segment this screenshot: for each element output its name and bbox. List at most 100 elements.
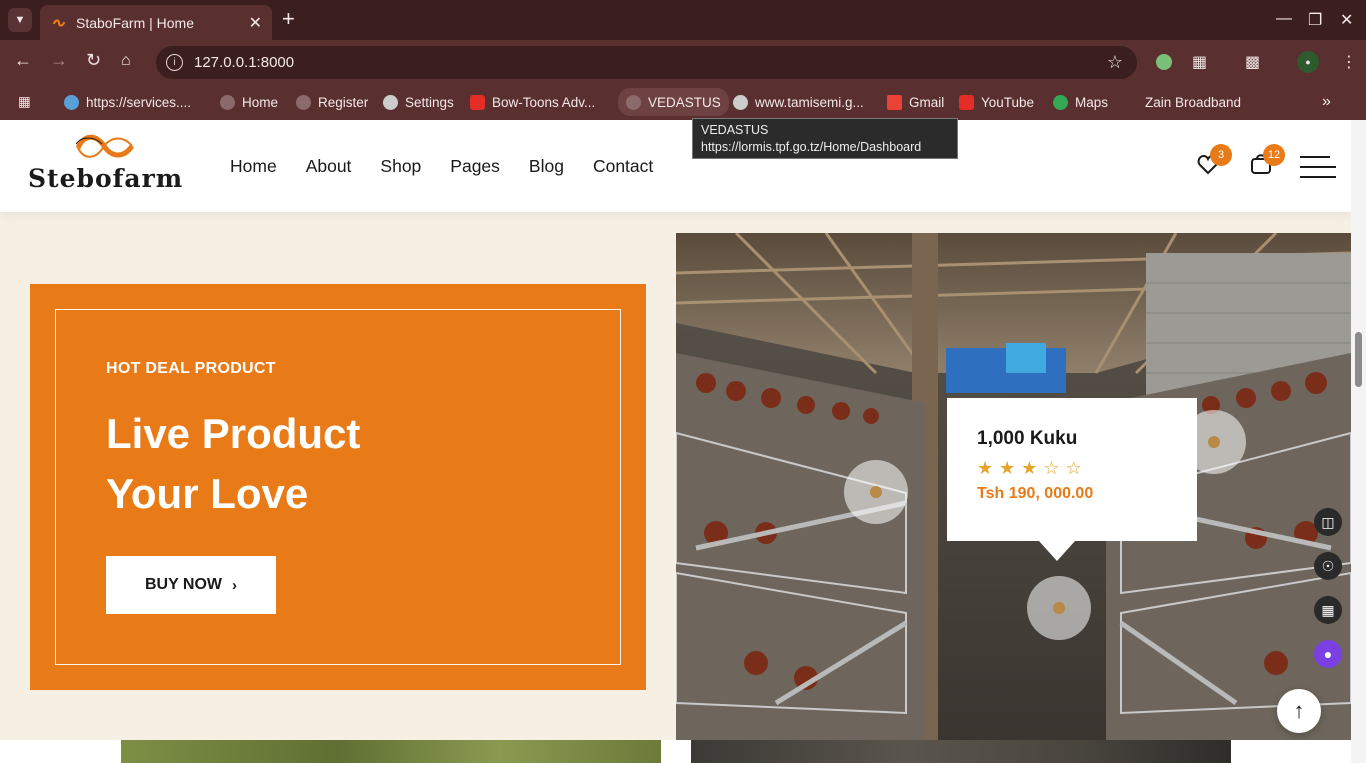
bookmark-label: https://services.... [86, 94, 192, 110]
profile-avatar[interactable]: ● [1297, 51, 1319, 73]
nav-contact[interactable]: Contact [593, 156, 653, 177]
book-icon[interactable]: ◫ [1314, 508, 1342, 536]
bookmark-label: Maps [1075, 94, 1109, 110]
apps-grid-icon[interactable]: ▦ [18, 92, 31, 112]
nav-blog[interactable]: Blog [529, 156, 564, 177]
user-icon [220, 94, 235, 110]
page-scrollbar[interactable] [1351, 120, 1366, 763]
bookmark-item[interactable]: www.tamisemi.g... [733, 92, 864, 112]
tab-title: StaboFarm | Home [76, 14, 195, 31]
logo-icon[interactable] [74, 132, 136, 162]
user-icon [296, 94, 311, 110]
bookmark-item[interactable]: YouTube [959, 92, 1034, 112]
bookmark-label: VEDASTUS [648, 94, 721, 110]
bookmark-item[interactable]: Gmail [887, 92, 944, 112]
logo-text[interactable]: Stebofarm [28, 164, 183, 193]
cart-count-badge: 12 [1263, 144, 1285, 166]
bookmark-item[interactable]: VEDASTUS [618, 88, 729, 116]
browser-tab-bar: ▼ StaboFarm | Home ✕ + — ❐ ✕ [0, 0, 1366, 40]
site-header: Stebofarm Home About Shop Pages Blog Con… [0, 120, 1351, 212]
screenshot-icon[interactable]: ▩ [1245, 52, 1260, 72]
scrollbar-thumb[interactable] [1355, 332, 1362, 387]
nav-home[interactable]: Home [230, 156, 277, 177]
browser-tab-active[interactable]: StaboFarm | Home ✕ [40, 5, 272, 40]
star-empty-icon: ☆ [1065, 458, 1088, 478]
forward-icon[interactable]: → [50, 50, 68, 71]
home-icon[interactable]: ⌂ [121, 52, 131, 70]
bookmark-label: Gmail [909, 94, 945, 110]
scroll-to-top-button[interactable]: ↑ [1277, 689, 1321, 733]
web-page: Stebofarm Home About Shop Pages Blog Con… [0, 120, 1351, 763]
extensions-puzzle-icon[interactable]: ▦ [1192, 52, 1207, 72]
restore-icon[interactable]: ❐ [1308, 10, 1322, 30]
tab-search-dropdown[interactable]: ▼ [8, 8, 32, 32]
bookmark-label: Register [318, 94, 369, 110]
back-icon[interactable]: ← [14, 50, 32, 71]
nav-about[interactable]: About [306, 156, 352, 177]
buy-now-button[interactable]: BUY NOW › [106, 556, 276, 614]
gmail-icon [887, 94, 902, 110]
bookmark-tooltip: VEDASTUS https://lormis.tpf.go.tz/Home/D… [692, 118, 958, 159]
new-tab-button[interactable]: + [282, 8, 295, 30]
hamburger-menu-icon[interactable] [1300, 156, 1336, 186]
wishlist-button[interactable]: 3 [1196, 144, 1232, 181]
youtube-icon [959, 94, 974, 110]
bookmark-label: Home [242, 94, 279, 110]
product-name: 1,000 Kuku [977, 428, 1078, 449]
minimize-icon[interactable]: — [1276, 10, 1292, 28]
close-tab-icon[interactable]: ✕ [249, 13, 262, 33]
bookmark-item[interactable]: Settings [383, 92, 454, 112]
hero-title-line1: Live Product [106, 410, 361, 457]
more-bookmarks-icon[interactable]: » [1322, 92, 1331, 112]
url-text: 127.0.0.1:8000 [194, 54, 295, 71]
star-filled-icon: ★ [999, 458, 1022, 478]
product-popup-card[interactable]: 1,000 Kuku ★★★☆☆ Tsh 190, 000.00 [947, 398, 1197, 561]
bookmark-item[interactable]: Zain Broadband [1145, 92, 1241, 112]
broadcast-icon[interactable]: ☉ [1314, 552, 1342, 580]
bookmark-label: YouTube [981, 94, 1035, 110]
extension-icon[interactable] [1156, 54, 1172, 70]
bookmark-label: Bow-Toons Adv... [492, 94, 596, 110]
bookmark-item[interactable]: Maps [1053, 92, 1108, 112]
globe-icon [64, 94, 79, 110]
bookmark-item[interactable]: Home [220, 92, 278, 112]
star-filled-icon: ★ [977, 458, 1000, 478]
site-info-icon[interactable]: i [166, 54, 183, 71]
bookmark-label: Settings [405, 94, 454, 110]
product-hotspot[interactable] [844, 460, 908, 524]
bookmark-item[interactable]: Register [296, 92, 368, 112]
product-hotspot[interactable] [1027, 576, 1091, 640]
buy-now-label: BUY NOW [144, 576, 223, 593]
globe-icon [733, 94, 748, 110]
farm-banner-image [691, 740, 1231, 763]
maps-icon [1053, 94, 1068, 110]
bookmark-label: Zain Broadband [1145, 94, 1242, 110]
grass-banner-image [121, 740, 661, 763]
bookmark-star-icon[interactable]: ☆ [1107, 52, 1123, 73]
user-icon [626, 94, 641, 110]
stabofarm-favicon-icon [52, 18, 66, 27]
bookmark-item[interactable]: Bow-Toons Adv... [470, 92, 595, 112]
address-bar[interactable]: i 127.0.0.1:8000 ☆ [156, 46, 1137, 79]
star-filled-icon: ★ [1021, 458, 1044, 478]
hero-title-line2: Your Love [106, 470, 309, 517]
bookmarks-bar: ▦ https://services.... Home Register Set… [0, 84, 1366, 120]
tooltip-title: VEDASTUS [701, 123, 769, 137]
assistant-bot-icon[interactable]: ● [1314, 640, 1342, 668]
chevron-right-icon: › [232, 576, 238, 594]
apps-grid-icon[interactable]: ▦ [1314, 596, 1342, 624]
cart-button[interactable]: 12 [1249, 144, 1285, 181]
main-nav: Home About Shop Pages Blog Contact [230, 156, 653, 177]
browser-menu-icon[interactable]: ⋮ [1341, 52, 1357, 72]
bookmark-item[interactable]: https://services.... [64, 92, 191, 112]
tooltip-url: https://lormis.tpf.go.tz/Home/Dashboard [701, 140, 922, 154]
youtube-icon [470, 94, 485, 110]
nav-shop[interactable]: Shop [380, 156, 421, 177]
nav-pages[interactable]: Pages [450, 156, 500, 177]
product-price: Tsh 190, 000.00 [977, 485, 1094, 502]
hero-title: Live Product Your Love [106, 404, 360, 524]
reload-icon[interactable]: ↻ [86, 50, 101, 71]
close-window-icon[interactable]: ✕ [1340, 10, 1353, 30]
wishlist-count-badge: 3 [1210, 144, 1232, 166]
arrow-up-icon: ↑ [1293, 698, 1305, 723]
